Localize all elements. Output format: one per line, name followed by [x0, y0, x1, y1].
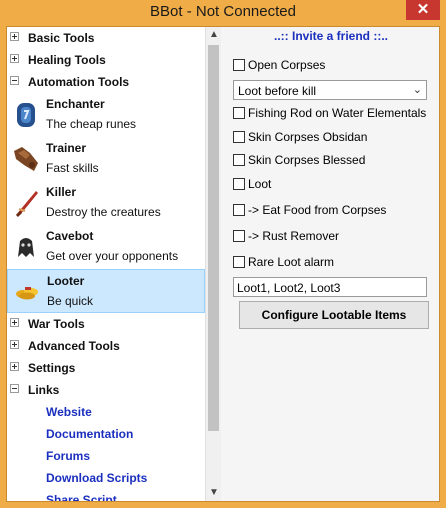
looter-icon [16, 287, 38, 300]
tools-tree: Basic Tools Healing Tools Automation Too… [7, 27, 205, 501]
checkbox-label: -> Rust Remover [248, 229, 340, 243]
category-links[interactable]: Links [7, 379, 205, 401]
scroll-thumb[interactable] [208, 45, 219, 431]
link-forums[interactable]: Forums [46, 449, 90, 463]
collapse-icon[interactable] [10, 384, 19, 393]
link-share-script[interactable]: Share Script [46, 493, 117, 501]
expand-icon[interactable] [10, 340, 19, 349]
looter-panel: ..:: Invite a friend ::.. Open Corpses L… [223, 27, 439, 501]
category-settings[interactable]: Settings [7, 357, 205, 379]
checkbox-label: -> Eat Food from Corpses [248, 203, 387, 217]
checkbox-label: Loot [248, 177, 272, 191]
checkbox-box[interactable] [233, 131, 245, 143]
checkbox-label: Skin Corpses Blessed [248, 153, 366, 167]
category-label: Healing Tools [28, 53, 106, 67]
cavebot-icon [18, 238, 34, 257]
tool-cavebot[interactable]: Cavebot Get over your opponents [7, 225, 205, 269]
link-website[interactable]: Website [46, 405, 92, 419]
invite-friend-link[interactable]: ..:: Invite a friend ::.. [223, 29, 439, 43]
scroll-up-icon[interactable]: ▲ [206, 27, 222, 43]
tool-description: Be quick [47, 294, 94, 308]
loot-list-input[interactable]: Loot1, Loot2, Loot3 [233, 277, 427, 297]
tool-name: Enchanter [46, 97, 105, 111]
tool-trainer[interactable]: Trainer Fast skills [7, 137, 205, 181]
tool-killer[interactable]: Killer Destroy the creatures [7, 181, 205, 225]
scroll-down-icon[interactable]: ▼ [206, 485, 222, 501]
category-automation-tools[interactable]: Automation Tools [7, 71, 205, 93]
configure-lootable-items-button[interactable]: Configure Lootable Items [239, 301, 429, 329]
chevron-down-icon[interactable]: ⌄ [413, 83, 422, 96]
checkbox-box[interactable] [233, 256, 245, 268]
tool-description: Get over your opponents [46, 249, 179, 263]
checkbox-box[interactable] [233, 59, 245, 71]
trainer-icon [14, 147, 38, 171]
killer-icon [16, 191, 38, 217]
enchanter-icon [17, 103, 35, 127]
checkbox-box[interactable] [233, 204, 245, 216]
tool-name: Cavebot [46, 229, 94, 243]
checkbox-box[interactable] [233, 230, 245, 242]
tool-name: Looter [47, 274, 85, 288]
tool-name: Trainer [46, 141, 87, 155]
expand-icon[interactable] [10, 54, 19, 63]
close-button[interactable]: ✕ [406, 0, 440, 20]
category-basic-tools[interactable]: Basic Tools [7, 27, 205, 49]
category-label: War Tools [28, 317, 85, 331]
category-label: Basic Tools [28, 31, 95, 45]
expand-icon[interactable] [10, 362, 19, 371]
collapse-icon[interactable] [10, 76, 19, 85]
app-window: BBot - Not Connected ✕ Basic Tools Heali… [0, 0, 446, 508]
checkbox-label: Fishing Rod on Water Elementals [248, 106, 427, 120]
category-label: Settings [28, 361, 76, 375]
link-download-scripts[interactable]: Download Scripts [46, 471, 147, 485]
tool-name: Killer [46, 185, 77, 199]
category-label: Automation Tools [28, 75, 130, 89]
category-label: Links [28, 383, 60, 397]
category-advanced-tools[interactable]: Advanced Tools [7, 335, 205, 357]
input-value: Loot1, Loot2, Loot3 [237, 281, 341, 295]
select-value: Loot before kill [238, 84, 317, 98]
expand-icon[interactable] [10, 318, 19, 327]
checkbox-box[interactable] [233, 178, 245, 190]
checkbox-label: Rare Loot alarm [248, 255, 335, 269]
checkbox-label: Open Corpses [248, 58, 326, 72]
window-title: BBot - Not Connected [150, 3, 296, 20]
tool-looter[interactable]: Looter Be quick [7, 269, 205, 313]
category-healing-tools[interactable]: Healing Tools [7, 49, 205, 71]
client-area: Basic Tools Healing Tools Automation Too… [6, 26, 440, 502]
sidebar-scrollbar[interactable]: ▲ ▼ [205, 27, 221, 501]
category-war-tools[interactable]: War Tools [7, 313, 205, 335]
category-label: Advanced Tools [28, 339, 120, 353]
tool-enchanter[interactable]: Enchanter The cheap runes [7, 93, 205, 137]
checkbox-box[interactable] [233, 154, 245, 166]
checkbox-label: Skin Corpses Obsidan [248, 130, 368, 144]
checkbox-box[interactable] [233, 107, 245, 119]
expand-icon[interactable] [10, 32, 19, 41]
tool-description: Fast skills [46, 161, 99, 175]
link-documentation[interactable]: Documentation [46, 427, 133, 441]
tool-description: Destroy the creatures [46, 205, 161, 219]
tool-description: The cheap runes [46, 117, 137, 131]
loot-mode-select[interactable]: Loot before kill ⌄ [233, 80, 427, 100]
title-bar[interactable]: BBot - Not Connected ✕ [0, 0, 446, 26]
